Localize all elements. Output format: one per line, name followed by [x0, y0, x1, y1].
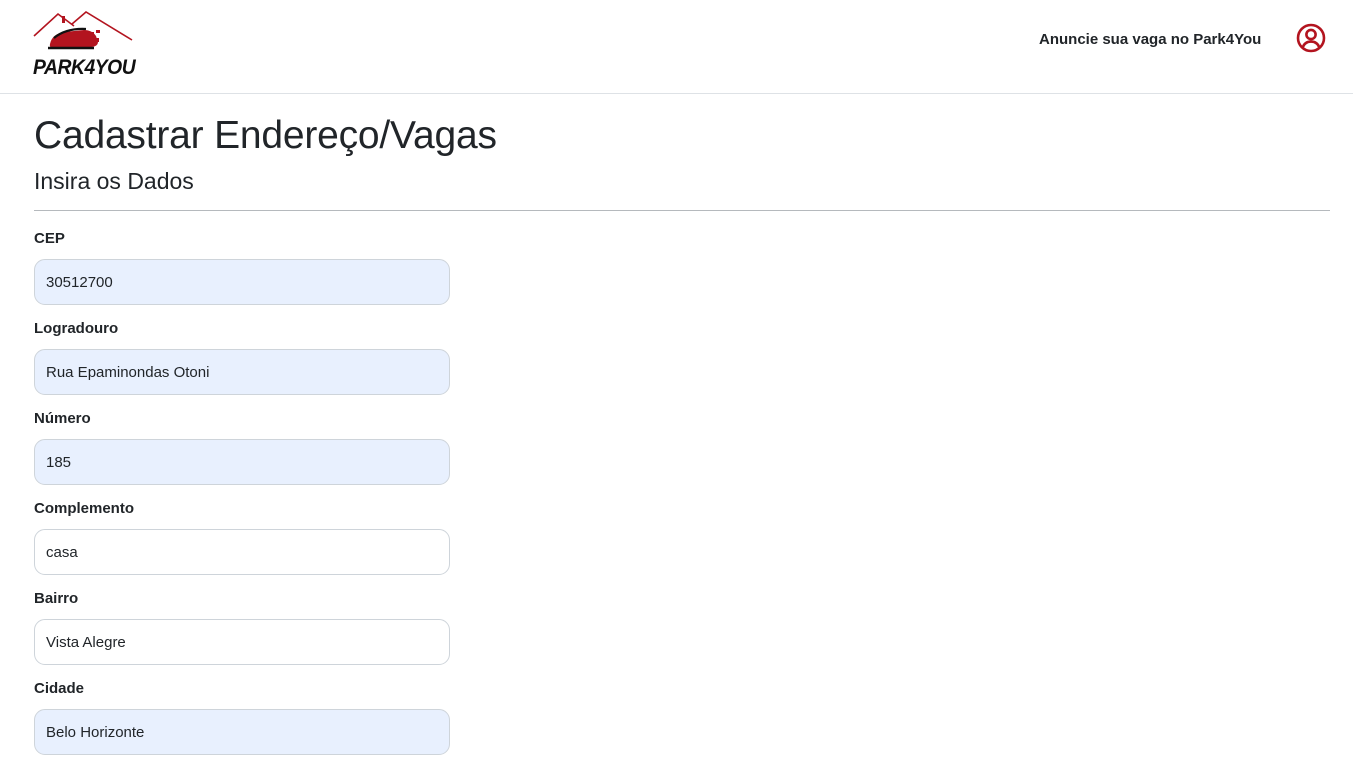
- brand-logo-text: PARK4YOU: [33, 56, 136, 79]
- page-title: Cadastrar Endereço/Vagas: [34, 114, 497, 157]
- neighborhood-field: Bairro: [34, 590, 450, 665]
- page-subtitle: Insira os Dados: [34, 168, 194, 194]
- neighborhood-input[interactable]: [34, 619, 450, 665]
- complement-input[interactable]: [34, 529, 450, 575]
- cep-field: CEP: [34, 230, 450, 305]
- advertise-spot-link[interactable]: Anuncie sua vaga no Park4You: [1039, 31, 1261, 48]
- street-field: Logradouro: [34, 320, 450, 395]
- street-label: Logradouro: [34, 320, 119, 337]
- number-input[interactable]: [34, 439, 450, 485]
- complement-field: Complemento: [34, 500, 450, 575]
- brand-logo[interactable]: PARK4YOU: [32, 8, 136, 84]
- complement-label: Complemento: [34, 500, 135, 517]
- cep-input[interactable]: [34, 259, 450, 305]
- number-field: Número: [34, 410, 450, 485]
- navbar: PARK4YOU Anuncie sua vaga no Park4You: [0, 0, 1353, 94]
- user-circle-icon[interactable]: [1296, 23, 1326, 53]
- section-divider: [34, 210, 1330, 211]
- house-car-logo-icon: [33, 11, 133, 50]
- number-label: Número: [34, 410, 91, 427]
- neighborhood-label: Bairro: [34, 590, 79, 607]
- street-input[interactable]: [34, 349, 450, 395]
- city-field: Cidade: [34, 680, 450, 755]
- city-label: Cidade: [34, 680, 85, 697]
- cep-label: CEP: [34, 230, 65, 247]
- city-input[interactable]: [34, 709, 450, 755]
